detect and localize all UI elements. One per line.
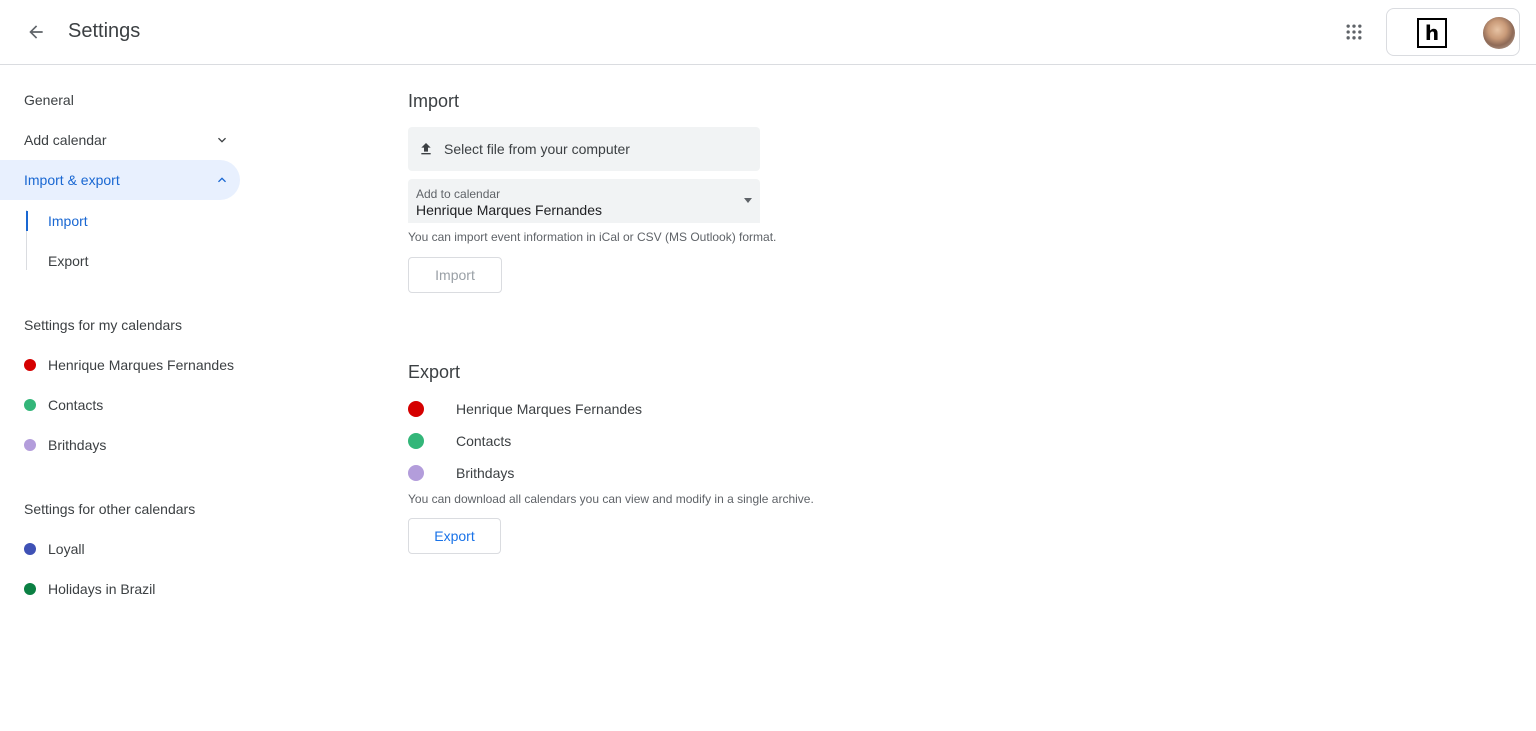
calendar-label: Henrique Marques Fernandes	[456, 401, 642, 417]
sidebar-calendar-item[interactable]: Contacts	[0, 385, 240, 425]
export-button[interactable]: Export	[408, 518, 501, 554]
sidebar-subitem-import[interactable]: Import	[26, 201, 226, 241]
apps-grid-icon[interactable]	[1338, 16, 1370, 48]
export-helper-text: You can download all calendars you can v…	[408, 492, 814, 506]
dropdown-caret-icon	[744, 198, 752, 203]
import-button[interactable]: Import	[408, 257, 502, 293]
section-heading-other-calendars: Settings for other calendars	[24, 501, 196, 517]
calendar-color-dot	[24, 583, 36, 595]
calendar-color-dot	[24, 399, 36, 411]
sidebar-item-import-export[interactable]: Import & export	[0, 160, 240, 200]
sidebar-item-label: Export	[48, 253, 89, 269]
calendar-label: Holidays in Brazil	[48, 581, 156, 597]
calendar-label: Brithdays	[456, 465, 515, 481]
sidebar-calendar-item[interactable]: Holidays in Brazil	[0, 569, 240, 609]
calendar-color-dot	[408, 465, 424, 481]
chevron-down-icon	[218, 137, 226, 143]
sidebar-item-label: Import	[48, 213, 88, 229]
back-arrow-icon[interactable]	[20, 16, 52, 48]
sidebar-subitem-export[interactable]: Export	[26, 241, 226, 281]
sidebar-item-label: General	[24, 92, 74, 108]
select-file-button[interactable]: Select file from your computer	[408, 127, 760, 171]
calendar-color-dot	[408, 433, 424, 449]
sidebar-item-add-calendar[interactable]: Add calendar	[0, 120, 240, 160]
calendar-label: Contacts	[456, 433, 512, 449]
sidebar-calendar-item[interactable]: Brithdays	[0, 425, 240, 465]
sidebar-item-label: Add calendar	[24, 132, 107, 148]
calendar-color-dot	[408, 401, 424, 417]
calendar-color-dot	[24, 543, 36, 555]
organization-logo: h	[1417, 18, 1447, 48]
sidebar-calendar-item[interactable]: Henrique Marques Fernandes	[0, 345, 240, 385]
section-heading-my-calendars: Settings for my calendars	[24, 317, 182, 333]
import-heading: Import	[408, 91, 460, 111]
avatar[interactable]	[1483, 17, 1515, 49]
export-calendar-item: Contacts	[408, 427, 808, 455]
page-title: Settings	[68, 20, 141, 42]
calendar-color-dot	[24, 439, 36, 451]
upload-icon	[421, 143, 431, 155]
calendar-label: Loyall	[48, 541, 85, 557]
top-bar: Settings h	[0, 0, 1536, 65]
calendar-label: Contacts	[48, 397, 104, 413]
export-heading: Export	[408, 362, 461, 382]
calendar-label: Henrique Marques Fernandes	[48, 357, 234, 373]
add-to-calendar-label: Add to calendar	[416, 187, 501, 201]
add-to-calendar-select[interactable]: Add to calendar Henrique Marques Fernand…	[408, 179, 760, 223]
sidebar-item-label: Import & export	[24, 172, 120, 188]
sidebar-item-general[interactable]: General	[0, 80, 240, 120]
export-calendar-item: Henrique Marques Fernandes	[408, 395, 808, 423]
select-file-label: Select file from your computer	[444, 141, 630, 157]
import-helper-text: You can import event information in iCal…	[408, 230, 777, 244]
add-to-calendar-value: Henrique Marques Fernandes	[416, 202, 602, 218]
calendar-label: Brithdays	[48, 437, 107, 453]
calendar-color-dot	[24, 359, 36, 371]
export-calendar-item: Brithdays	[408, 459, 808, 487]
account-switcher[interactable]: h	[1386, 8, 1520, 56]
sidebar-calendar-item[interactable]: Loyall	[0, 529, 240, 569]
chevron-up-icon	[218, 177, 226, 183]
